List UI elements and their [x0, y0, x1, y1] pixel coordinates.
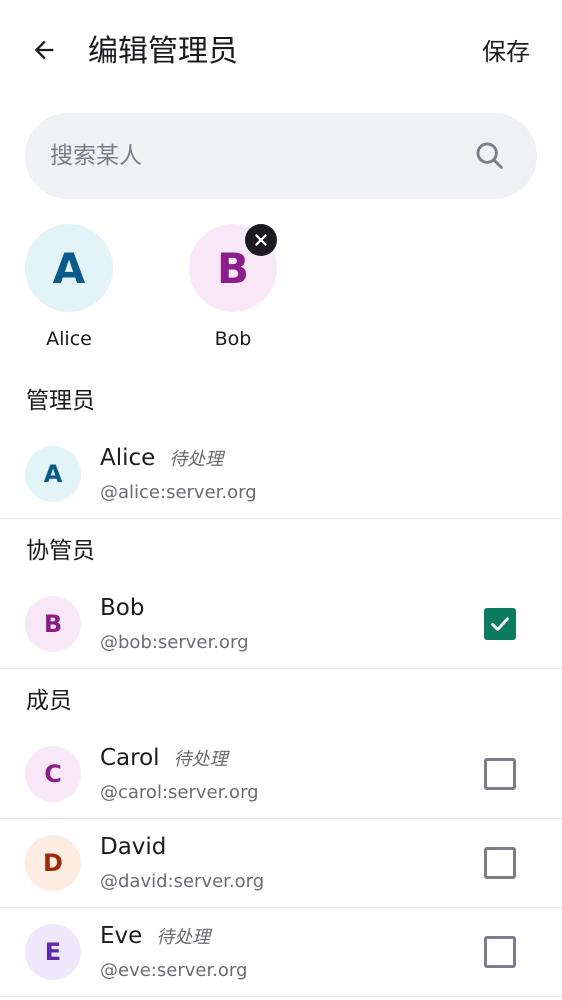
search-icon: [476, 142, 503, 169]
arrow-left-icon: [34, 40, 54, 60]
user-handle: @alice:server.org: [100, 482, 257, 503]
eve-checkbox[interactable]: [484, 936, 516, 968]
user-name: Eve: [100, 923, 143, 949]
list-item-alice[interactable]: A Alice 待处理 @alice:server.org: [0, 430, 562, 518]
avatar: D: [25, 835, 81, 891]
section-header-admins: 管理员: [26, 388, 95, 414]
user-handle: @bob:server.org: [100, 632, 249, 653]
back-button[interactable]: [24, 30, 64, 70]
list-item-bob[interactable]: B Bob @bob:server.org: [0, 580, 562, 668]
check-icon: [491, 617, 509, 631]
divider: [0, 668, 562, 669]
avatar: E: [25, 924, 81, 980]
list-item-eve[interactable]: E Eve 待处理 @eve:server.org: [0, 908, 562, 996]
pending-badge: 待处理: [169, 449, 224, 470]
section-header-moderators: 协管员: [26, 538, 95, 564]
user-name: Bob: [100, 595, 145, 621]
david-checkbox[interactable]: [484, 847, 516, 879]
user-handle: @david:server.org: [100, 871, 265, 892]
save-button[interactable]: 保存: [482, 32, 530, 72]
list-item-carol[interactable]: C Carol 待处理 @carol:server.org: [0, 730, 562, 818]
page-title: 编辑管理员: [88, 34, 238, 69]
avatar: A: [25, 446, 81, 502]
selected-chip-alice[interactable]: A Alice: [19, 224, 119, 352]
section-header-members: 成员: [26, 688, 72, 714]
bob-checkbox[interactable]: [484, 608, 516, 640]
search-placeholder: 搜索某人: [50, 143, 142, 169]
close-icon: [255, 234, 267, 246]
pending-badge: 待处理: [156, 927, 211, 948]
carol-checkbox[interactable]: [484, 758, 516, 790]
selected-chip-name: Bob: [214, 328, 252, 350]
user-name: David: [100, 834, 167, 860]
divider: [0, 996, 562, 997]
user-name: Carol: [100, 745, 160, 771]
pending-badge: 待处理: [173, 749, 228, 770]
top-app-bar: 编辑管理员 保存: [0, 0, 562, 104]
user-handle: @eve:server.org: [100, 960, 248, 981]
avatar: B: [25, 596, 81, 652]
list-item-david[interactable]: D David @david:server.org: [0, 819, 562, 907]
divider: [0, 518, 562, 519]
avatar: C: [25, 746, 81, 802]
selected-chip-name: Alice: [46, 328, 92, 350]
search-field[interactable]: 搜索某人: [25, 113, 537, 199]
remove-bob-button[interactable]: [245, 224, 277, 256]
selected-users: A Alice B Bob: [0, 220, 562, 350]
user-name: Alice: [100, 445, 156, 471]
avatar: A: [25, 224, 113, 312]
user-handle: @carol:server.org: [100, 782, 259, 803]
